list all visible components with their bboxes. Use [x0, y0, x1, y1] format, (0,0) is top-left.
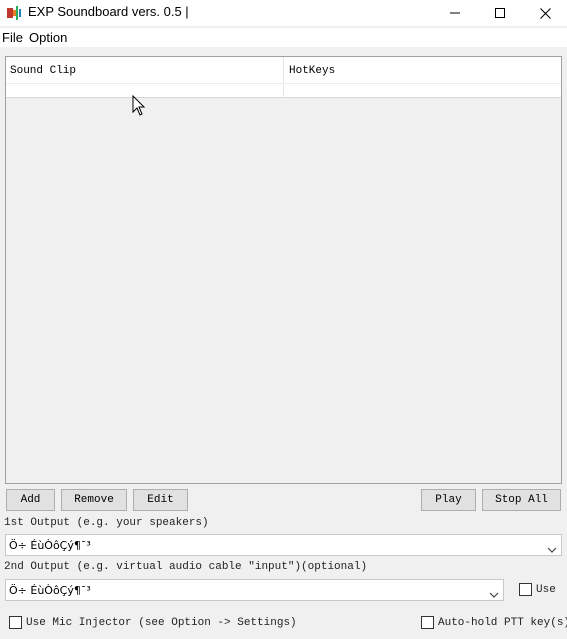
first-output-value: Ö÷ ÉùÒôÇý¶¯³	[9, 539, 91, 552]
minimize-icon	[450, 8, 460, 18]
mic-injector-checkbox[interactable]	[9, 616, 22, 629]
use-second-output-checkbox[interactable]	[519, 583, 532, 596]
column-divider[interactable]	[283, 57, 284, 98]
mic-injector-label: Use Mic Injector (see Option -> Settings…	[26, 617, 297, 629]
column-header-hotkeys[interactable]: HotKeys	[289, 65, 335, 77]
close-button[interactable]	[522, 0, 567, 26]
auto-hold-ptt-label: Auto-hold PTT key(s)	[438, 617, 567, 629]
second-output-label: 2nd Output (e.g. virtual audio cable "in…	[4, 561, 368, 573]
column-header-sound-clip[interactable]: Sound Clip	[10, 65, 76, 77]
menu-bar: File Option	[0, 28, 567, 47]
stop-all-button[interactable]: Stop All	[482, 489, 561, 511]
first-output-label: 1st Output (e.g. your speakers)	[4, 517, 209, 529]
soundboard-app-icon	[6, 5, 22, 21]
second-output-select[interactable]: Ö÷ ÉùÒôÇý¶¯³	[5, 579, 504, 601]
second-output-value: Ö÷ ÉùÒôÇý¶¯³	[9, 584, 91, 597]
edit-button[interactable]: Edit	[133, 489, 188, 511]
maximize-button[interactable]	[477, 0, 523, 26]
first-output-select[interactable]: Ö÷ ÉùÒôÇý¶¯³	[5, 534, 562, 556]
sound-clip-list[interactable]: Sound Clip HotKeys	[5, 56, 562, 484]
menu-option[interactable]: Option	[29, 30, 67, 45]
menu-file[interactable]: File	[2, 30, 23, 45]
chevron-down-icon	[547, 541, 557, 553]
minimize-button[interactable]	[432, 0, 478, 26]
header-divider	[6, 83, 282, 84]
header-divider	[285, 83, 561, 84]
close-icon	[539, 7, 551, 19]
maximize-icon	[495, 8, 505, 18]
mouse-cursor-icon	[132, 94, 146, 117]
use-second-output-label: Use	[536, 584, 556, 596]
auto-hold-ptt-checkbox[interactable]	[421, 616, 434, 629]
window-title: EXP Soundboard vers. 0.5 |	[28, 4, 189, 19]
chevron-down-icon	[489, 586, 499, 598]
add-button[interactable]: Add	[6, 489, 55, 511]
list-header: Sound Clip HotKeys	[6, 57, 561, 98]
title-bar: EXP Soundboard vers. 0.5 |	[0, 0, 567, 26]
remove-button[interactable]: Remove	[61, 489, 127, 511]
play-button[interactable]: Play	[421, 489, 476, 511]
